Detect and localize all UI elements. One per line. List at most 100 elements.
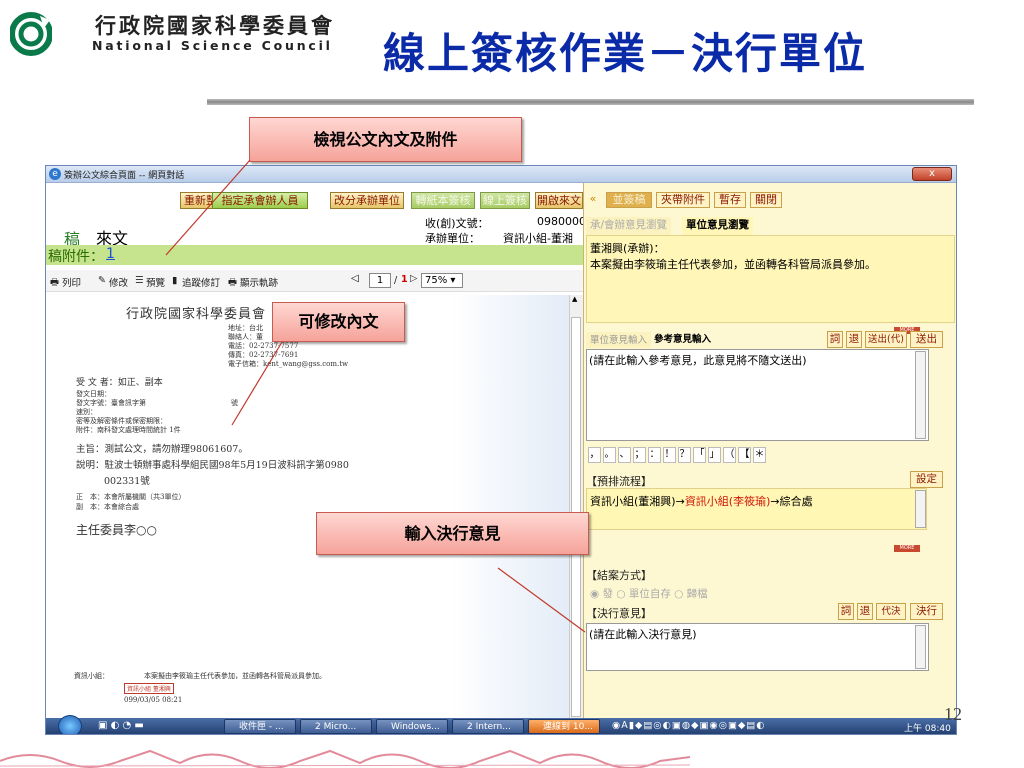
zoom-select[interactable]: 75% ▾: [421, 273, 463, 288]
attachment-link[interactable]: 1: [106, 246, 115, 262]
task-remote[interactable]: 連線到 10...: [528, 719, 600, 734]
callout-view-content: 檢視公文內文及附件: [249, 117, 522, 162]
task-inbox[interactable]: 收件匣 - ...: [224, 719, 296, 734]
decision-input[interactable]: (請在此輸入決行意見): [586, 623, 929, 671]
approval-panel: « 並簽稿 夾帶附件 暫存 關閉 承/會辦意見瀏覽 單位意見瀏覽 董湘興(承辦)…: [583, 183, 956, 718]
proxy-decide-button[interactable]: 代決: [876, 603, 906, 620]
decision-scrollbar[interactable]: [915, 625, 926, 669]
show-trace-button[interactable]: 顯示軌跡: [240, 275, 278, 289]
stamp-time: 099/03/05 08:21: [124, 696, 183, 704]
more-flow-button[interactable]: MORE: [894, 545, 920, 552]
tab-ref-input[interactable]: 參考意見輸入: [650, 331, 715, 349]
online-sign-button[interactable]: 線上簽核: [480, 192, 530, 209]
punct-paren[interactable]: （: [723, 447, 736, 463]
punct-colon[interactable]: ：: [648, 447, 661, 463]
tab-unit-opinion[interactable]: 單位意見瀏覽: [682, 217, 753, 235]
punct-semicolon[interactable]: ；: [633, 447, 646, 463]
co-draft-button[interactable]: 並簽稿: [606, 192, 652, 208]
opinion-view: 董湘興(承辦)： 本案擬由李筱瑜主任代表參加，並函轉各科管局派員參加。: [586, 235, 955, 323]
punct-asterisk[interactable]: ＊: [753, 447, 766, 463]
punct-comma[interactable]: ，: [588, 447, 601, 463]
send-button[interactable]: 送出: [910, 331, 943, 348]
open-incoming-button[interactable]: 開啟來文: [535, 192, 583, 209]
document-toolbar: 🖶 列印 ✎ 修改 ☰ 預覽 ▮ 追蹤修訂 🖶 顯示軌跡 ◁ 1 / 1 ▷ 7…: [46, 270, 583, 292]
task-ie[interactable]: 2 Intern...: [452, 719, 524, 734]
flow-step-a: 資訊小組(董湘興)→: [590, 495, 685, 508]
ref-input-scrollbar[interactable]: [915, 351, 926, 439]
doc-footer-unit: 資訊小組：: [74, 672, 109, 680]
start-button[interactable]: [58, 715, 82, 734]
receipt-label: 收(創)文號：: [425, 217, 489, 230]
attachment-label: 稿附件：: [48, 249, 104, 265]
change-unit-button[interactable]: 改分承辦單位: [330, 192, 404, 209]
right-toolbar: « 並簽稿 夾帶附件 暫存 關閉: [584, 191, 956, 210]
footer-pattern: [0, 749, 690, 768]
punct-exclaim[interactable]: ！: [663, 447, 676, 463]
paper-sign-button[interactable]: 轉紙本簽核: [411, 192, 475, 209]
phrase-button[interactable]: 詞: [827, 331, 843, 348]
punct-bracket[interactable]: 【: [738, 447, 751, 463]
punct-question[interactable]: ？: [678, 447, 691, 463]
tray-icons[interactable]: ◉A▮◆▤◎◐▣◍◆▣◉◎▣◆▤◐: [612, 720, 766, 731]
doc-subject: 主旨：測試公文，請勿辦理98061607。: [76, 444, 248, 455]
assign-staff-button[interactable]: 指定承會辦人員: [212, 192, 308, 209]
approval-stamp: 資訊小組 董湘興: [124, 683, 174, 694]
preview-button[interactable]: 預覽: [146, 275, 165, 289]
edit-button[interactable]: 修改: [109, 275, 128, 289]
opinion-text: 本案擬由李筱瑜主任代表參加，並函轉各科管局派員參加。: [590, 258, 876, 271]
nsc-logo-icon: [10, 12, 52, 56]
title-divider: [207, 99, 974, 105]
attach-file-button[interactable]: 夾帶附件: [656, 192, 710, 208]
doc-footer-text: 本案擬由李筱瑜主任代表參加，並函轉各科管局派員參加。: [144, 672, 326, 680]
trace-icon: 🖶: [228, 277, 237, 288]
flow-settings-button[interactable]: 設定: [910, 471, 943, 488]
prev-page-icon[interactable]: ◁: [351, 273, 359, 284]
track-changes-button[interactable]: 追蹤修訂: [182, 275, 220, 289]
scroll-up-icon[interactable]: ▲: [572, 295, 577, 303]
closing-label: 【結案方式】: [586, 569, 652, 582]
zoom-value: 75%: [425, 275, 448, 286]
punct-period[interactable]: 。: [603, 447, 616, 463]
close-button[interactable]: x: [912, 167, 952, 181]
tab-unit-input[interactable]: 單位意見輸入: [586, 332, 652, 348]
unit-label: 承辦單位：: [425, 232, 480, 245]
punct-quote-close[interactable]: 」: [708, 447, 721, 463]
punct-quote-open[interactable]: 「: [693, 447, 706, 463]
page-total: 1: [401, 274, 408, 285]
doc-cc-copy: 副 本：本會綜合處: [76, 503, 139, 511]
window-titlebar: e 簽辦公文綜合頁面 -- 網頁對話 x: [46, 166, 956, 183]
decide-return-button[interactable]: 退: [857, 603, 873, 620]
callout-edit-content: 可修改內文: [272, 302, 405, 342]
doc-explain-2: 002331號: [104, 476, 150, 487]
taskbar: ▣ ◐ ◔ ▬ 收件匣 - ... 2 Micro... Windows... …: [46, 715, 956, 734]
closing-options[interactable]: ◉ 發 ○ 單位自存 ○ 歸檔: [590, 586, 708, 601]
org-name-zh: 行政院國家科學委員會: [95, 13, 335, 38]
decide-phrase-button[interactable]: 詞: [838, 603, 854, 620]
decide-button[interactable]: 決行: [910, 603, 943, 620]
doc-email: 電子信箱：kent_wang@gss.com.tw: [228, 360, 349, 368]
doc-header: 行政院國家科學委員會: [126, 307, 267, 322]
print-button[interactable]: 列印: [62, 275, 81, 289]
window-title: 簽辦公文綜合頁面 -- 網頁對話: [64, 171, 185, 181]
flow-scrollbar[interactable]: [915, 490, 926, 528]
page-input[interactable]: 1: [369, 273, 391, 288]
ref-opinion-input[interactable]: (請在此輸入參考意見，此意見將不隨文送出): [586, 349, 929, 441]
edit-icon: ✎: [98, 275, 106, 286]
quicklaunch-icons[interactable]: ▣ ◐ ◔ ▬: [98, 720, 144, 731]
flow-view: 資訊小組(董湘興)→資訊小組(李筱瑜)→綜合處: [586, 488, 927, 530]
doc-cc-main: 正 本：本會所屬機關（共3單位）: [76, 493, 186, 501]
tab-co-opinion[interactable]: 承/會辦意見瀏覽: [586, 217, 672, 235]
collapse-icon[interactable]: «: [585, 192, 601, 208]
track-icon: ▮: [172, 275, 178, 286]
return-button[interactable]: 退: [846, 331, 862, 348]
task-windows[interactable]: Windows...: [376, 719, 448, 734]
punct-pause[interactable]: 、: [618, 447, 631, 463]
next-page-icon[interactable]: ▷: [410, 273, 417, 284]
task-word[interactable]: 2 Micro...: [300, 719, 372, 734]
save-draft-button[interactable]: 暫存: [714, 192, 746, 208]
send-proxy-button[interactable]: 送出(代): [865, 331, 907, 348]
opinion-author: 董湘興(承辦)：: [590, 242, 665, 255]
page-number: 12: [944, 704, 962, 724]
close-panel-button[interactable]: 關閉: [750, 192, 782, 208]
doc-recipient: 受 文 者：如正、副本: [76, 378, 163, 388]
